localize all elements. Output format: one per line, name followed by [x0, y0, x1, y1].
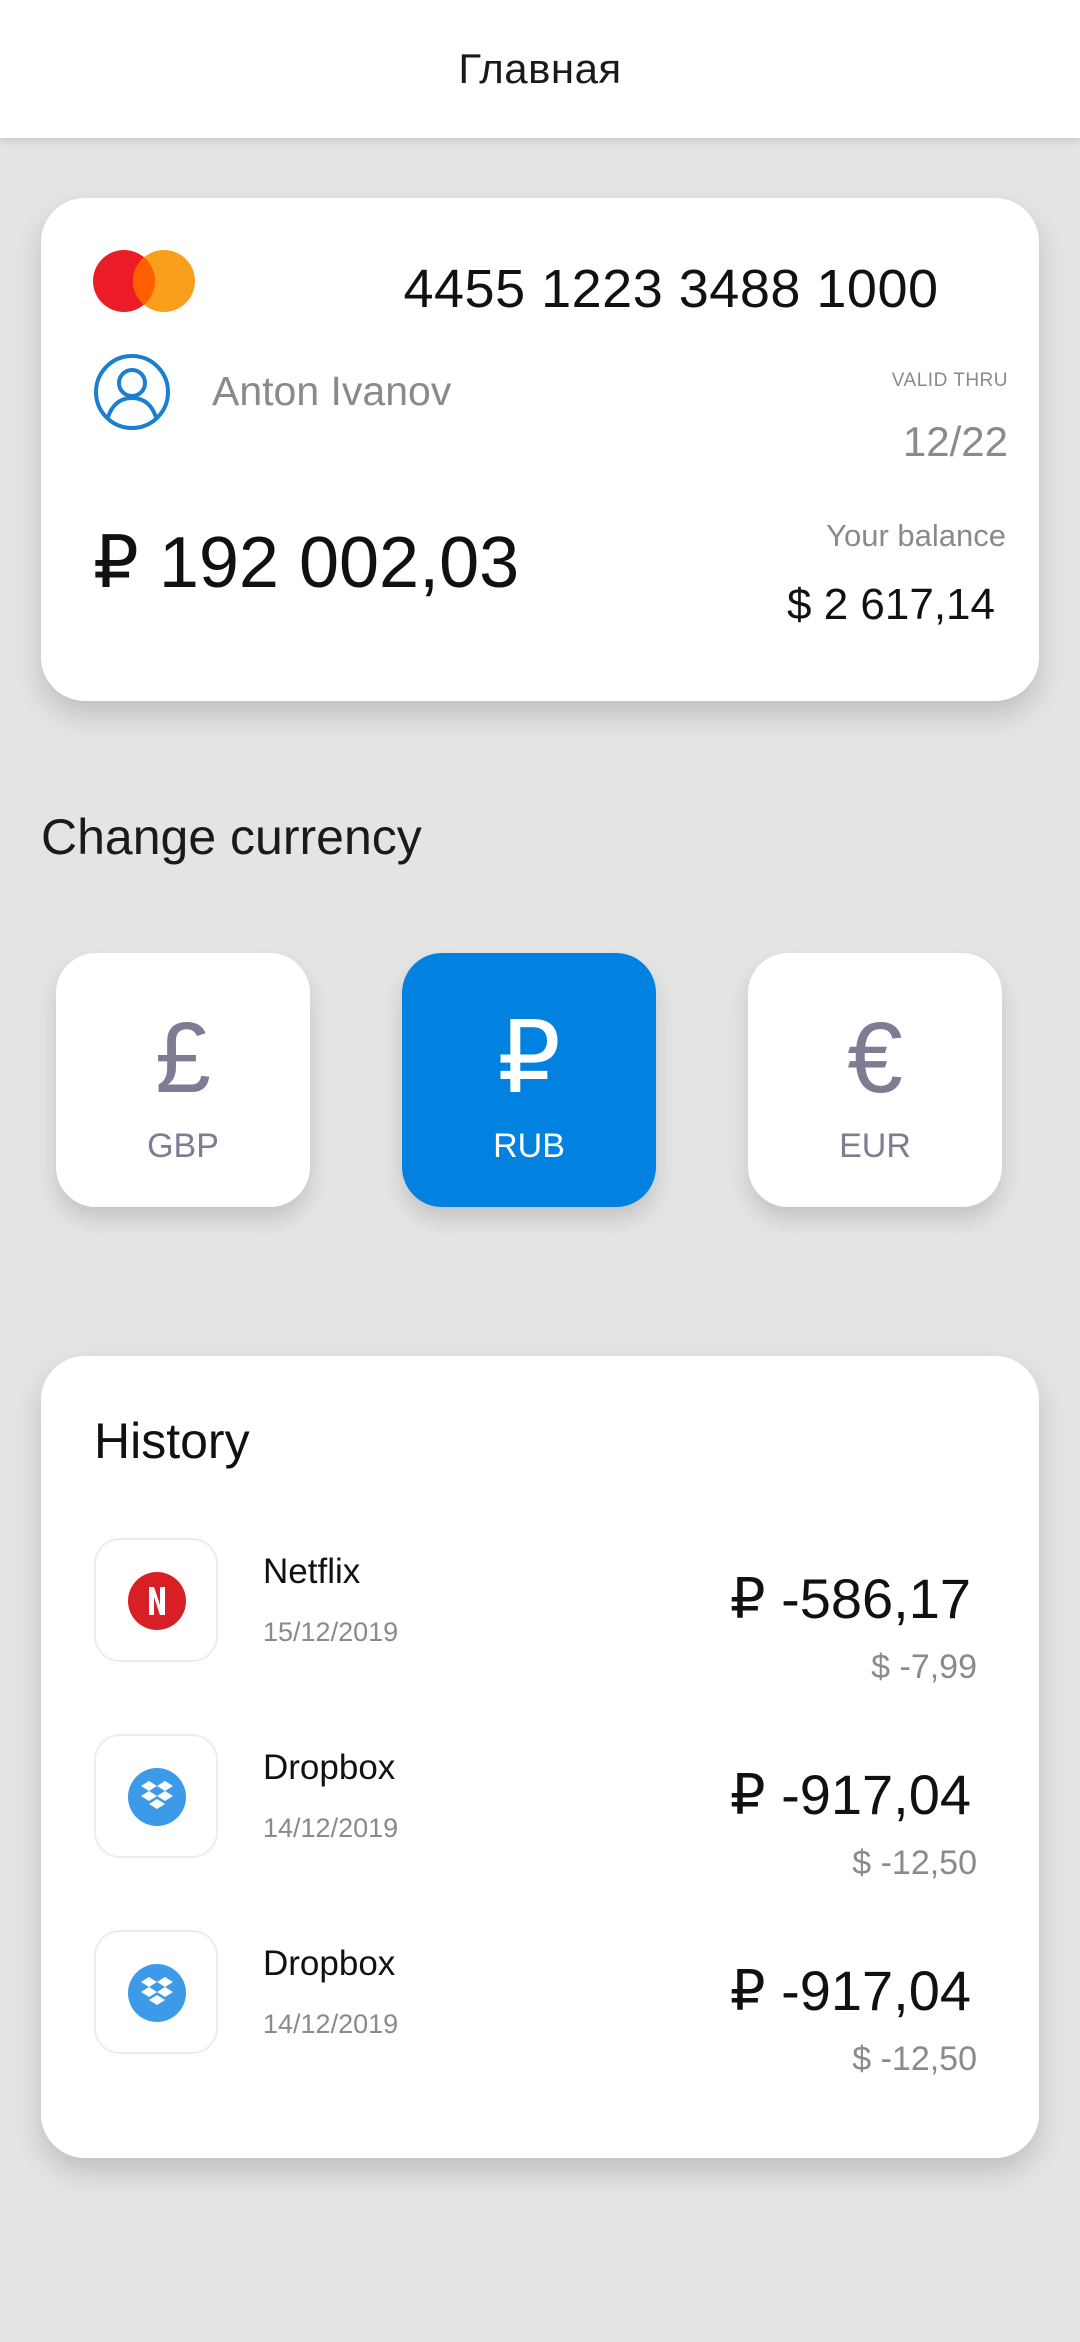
euro-icon: € [847, 1002, 903, 1114]
transaction-amount-usd: $ -7,99 [871, 1648, 977, 1686]
transaction-amount: ₽ -917,04 [729, 1763, 971, 1826]
history-panel: History Netflix 15/12/2019 ₽ -586,17 $ -… [41, 1356, 1039, 2158]
balance-usd: $ 2 617,14 [787, 580, 995, 629]
bank-card[interactable]: 4455 1223 3488 1000 Anton Ivanov VALID T… [41, 198, 1039, 701]
change-currency-heading: Change currency [41, 809, 422, 865]
history-title: History [94, 1413, 250, 1469]
currency-option-rub[interactable]: ₽ RUB [402, 953, 656, 1207]
page-title: Главная [458, 45, 622, 92]
ruble-icon: ₽ [497, 1002, 561, 1114]
currency-code: GBP [147, 1127, 219, 1165]
transaction-name: Netflix [263, 1552, 361, 1591]
user-circle-icon [94, 354, 170, 430]
card-number: 4455 1223 3488 1000 [403, 259, 939, 319]
dropbox-icon [128, 1964, 186, 2022]
card-holder-name: Anton Ivanov [212, 368, 452, 414]
currency-option-gbp[interactable]: £ GBP [56, 953, 310, 1207]
your-balance-label: Your balance [826, 518, 1006, 553]
mastercard-logo [93, 250, 195, 312]
transaction-amount-usd: $ -12,50 [852, 2040, 977, 2078]
pound-icon: £ [155, 1002, 211, 1114]
top-app-bar: Главная [0, 0, 1080, 138]
currency-code: RUB [493, 1127, 565, 1165]
netflix-icon [128, 1572, 186, 1630]
transaction-icon-box [94, 1538, 218, 1662]
transaction-row[interactable]: Netflix 15/12/2019 ₽ -586,17 $ -7,99 [41, 1538, 1039, 1708]
transaction-name: Dropbox [263, 1944, 396, 1983]
transaction-row[interactable]: Dropbox 14/12/2019 ₽ -917,04 $ -12,50 [41, 1930, 1039, 2100]
transaction-icon-box [94, 1734, 218, 1858]
transaction-icon-box [94, 1930, 218, 2054]
transaction-name: Dropbox [263, 1748, 396, 1787]
card-balance: ₽ 192 002,03 [93, 523, 520, 603]
valid-thru-value: 12/22 [902, 418, 1008, 465]
currency-code: EUR [839, 1127, 911, 1165]
transaction-row[interactable]: Dropbox 14/12/2019 ₽ -917,04 $ -12,50 [41, 1734, 1039, 1904]
transaction-amount: ₽ -917,04 [729, 1959, 971, 2022]
valid-thru-label: VALID THRU [891, 370, 1008, 391]
transaction-date: 14/12/2019 [263, 2009, 399, 2039]
transaction-date: 15/12/2019 [263, 1617, 399, 1647]
dropbox-icon [128, 1768, 186, 1826]
transaction-date: 14/12/2019 [263, 1813, 399, 1843]
transaction-amount: ₽ -586,17 [729, 1567, 971, 1630]
currency-option-eur[interactable]: € EUR [748, 953, 1002, 1207]
transaction-amount-usd: $ -12,50 [852, 1844, 977, 1882]
